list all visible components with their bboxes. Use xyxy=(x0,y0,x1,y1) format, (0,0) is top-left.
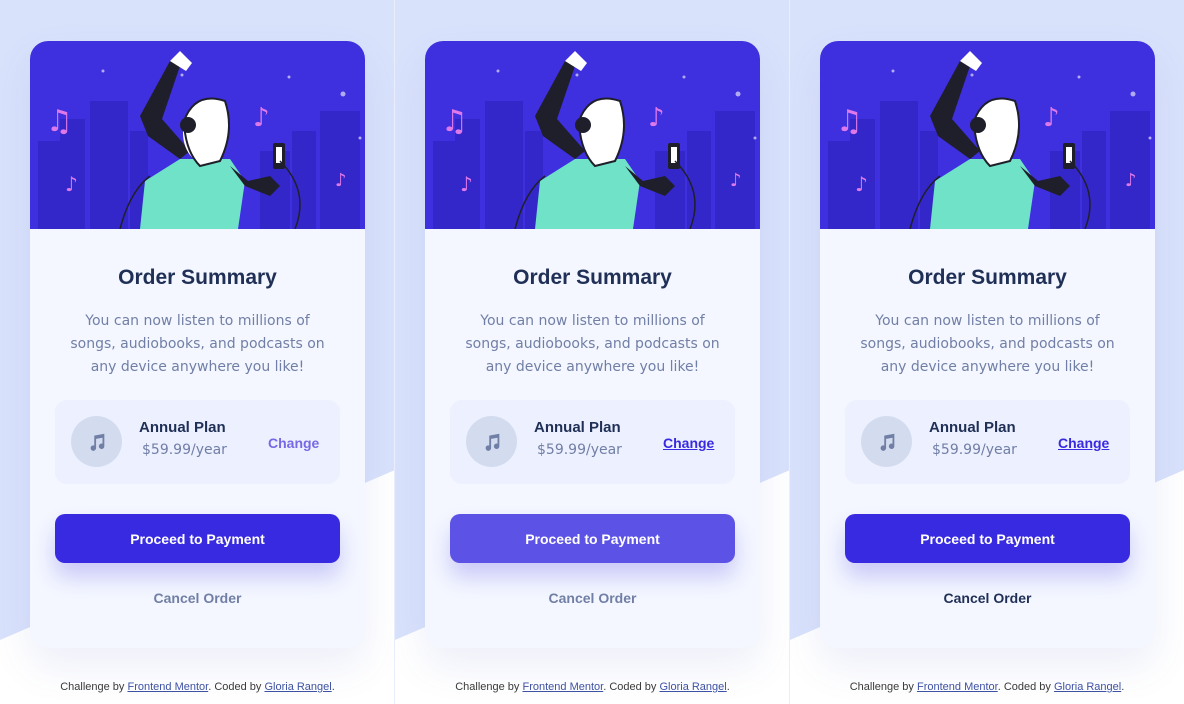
music-note-icon xyxy=(71,416,122,467)
music-note-icon xyxy=(466,416,517,467)
attribution-suffix: . xyxy=(331,681,335,693)
proceed-to-payment-button[interactable]: Proceed to Payment xyxy=(845,514,1130,563)
change-plan-link[interactable]: Change xyxy=(663,435,714,451)
svg-text:♪: ♪ xyxy=(1125,170,1137,191)
plan-box: Annual Plan $59.99/year Change xyxy=(845,400,1130,484)
svg-text:♪: ♪ xyxy=(648,103,665,133)
card-title: Order Summary xyxy=(908,266,1067,289)
svg-text:♪: ♪ xyxy=(253,103,270,133)
author-link[interactable]: Gloria Rangel xyxy=(659,681,726,693)
panel-default: ♫ ♪ ♪ ♪ Order Summary You can now listen… xyxy=(0,0,395,704)
plan-price: $59.99/year xyxy=(932,442,1017,458)
plan-name: Annual Plan xyxy=(139,419,226,436)
attribution-suffix: . xyxy=(726,681,730,693)
author-link[interactable]: Gloria Rangel xyxy=(264,681,331,693)
attribution-suffix: . xyxy=(1121,681,1125,693)
panels-container: ♫ ♪ ♪ ♪ Order Summary You can now listen… xyxy=(0,0,1184,704)
plan-box: Annual Plan $59.99/year Change xyxy=(450,400,735,484)
plan-price: $59.99/year xyxy=(537,442,622,458)
hero-illustration: ♫ ♪ ♪ ♪ xyxy=(820,41,1155,229)
svg-text:♫: ♫ xyxy=(46,104,73,139)
change-plan-link[interactable]: Change xyxy=(268,435,319,451)
svg-text:♫: ♫ xyxy=(441,104,468,139)
attribution: Challenge by Frontend Mentor. Coded by G… xyxy=(790,681,1184,693)
card-description: You can now listen to millions of songs,… xyxy=(860,313,1115,375)
svg-text:♪: ♪ xyxy=(730,170,742,191)
proceed-to-payment-button[interactable]: Proceed to Payment xyxy=(55,514,340,563)
attribution-middle: . Coded by xyxy=(997,681,1054,693)
plan-name: Annual Plan xyxy=(929,419,1016,436)
attribution-prefix: Challenge by xyxy=(455,681,523,693)
card-title: Order Summary xyxy=(118,266,277,289)
svg-text:♪: ♪ xyxy=(855,172,868,196)
attribution-prefix: Challenge by xyxy=(849,681,917,693)
panel-hover: ♫ ♪ ♪ ♪ Order Summary You can now listen… xyxy=(395,0,790,704)
svg-text:♪: ♪ xyxy=(460,172,473,196)
proceed-to-payment-button[interactable]: Proceed to Payment xyxy=(450,514,735,563)
order-summary-card: ♫ ♪ ♪ ♪ Order Summary You can now listen… xyxy=(425,41,760,648)
frontend-mentor-link[interactable]: Frontend Mentor xyxy=(522,681,603,693)
hero-illustration: ♫ ♪ ♪ ♪ xyxy=(30,41,365,229)
plan-price: $59.99/year xyxy=(142,442,227,458)
frontend-mentor-link[interactable]: Frontend Mentor xyxy=(127,681,208,693)
plan-box: Annual Plan $59.99/year Change xyxy=(55,400,340,484)
cancel-order-button[interactable]: Cancel Order xyxy=(30,590,365,606)
cancel-order-button[interactable]: Cancel Order xyxy=(820,590,1155,606)
card-description: You can now listen to millions of songs,… xyxy=(465,313,720,375)
order-summary-card: ♫ ♪ ♪ ♪ Order Summary You can now listen… xyxy=(820,41,1155,648)
attribution-middle: . Coded by xyxy=(208,681,265,693)
panel-active: ♫ ♪ ♪ ♪ Order Summary You can now listen… xyxy=(790,0,1184,704)
frontend-mentor-link[interactable]: Frontend Mentor xyxy=(917,681,998,693)
svg-text:♫: ♫ xyxy=(836,104,863,139)
svg-text:♪: ♪ xyxy=(1043,103,1060,133)
svg-text:♪: ♪ xyxy=(65,172,78,196)
attribution-middle: . Coded by xyxy=(603,681,660,693)
attribution-prefix: Challenge by xyxy=(60,681,128,693)
card-title: Order Summary xyxy=(513,266,672,289)
author-link[interactable]: Gloria Rangel xyxy=(1054,681,1121,693)
card-description: You can now listen to millions of songs,… xyxy=(70,313,325,375)
hero-illustration: ♫ ♪ ♪ ♪ xyxy=(425,41,760,229)
attribution: Challenge by Frontend Mentor. Coded by G… xyxy=(395,681,790,693)
svg-text:♪: ♪ xyxy=(335,170,347,191)
order-summary-card: ♫ ♪ ♪ ♪ Order Summary You can now listen… xyxy=(30,41,365,648)
music-note-icon xyxy=(861,416,912,467)
plan-name: Annual Plan xyxy=(534,419,621,436)
attribution: Challenge by Frontend Mentor. Coded by G… xyxy=(0,681,395,693)
cancel-order-button[interactable]: Cancel Order xyxy=(425,590,760,606)
change-plan-link[interactable]: Change xyxy=(1058,435,1109,451)
